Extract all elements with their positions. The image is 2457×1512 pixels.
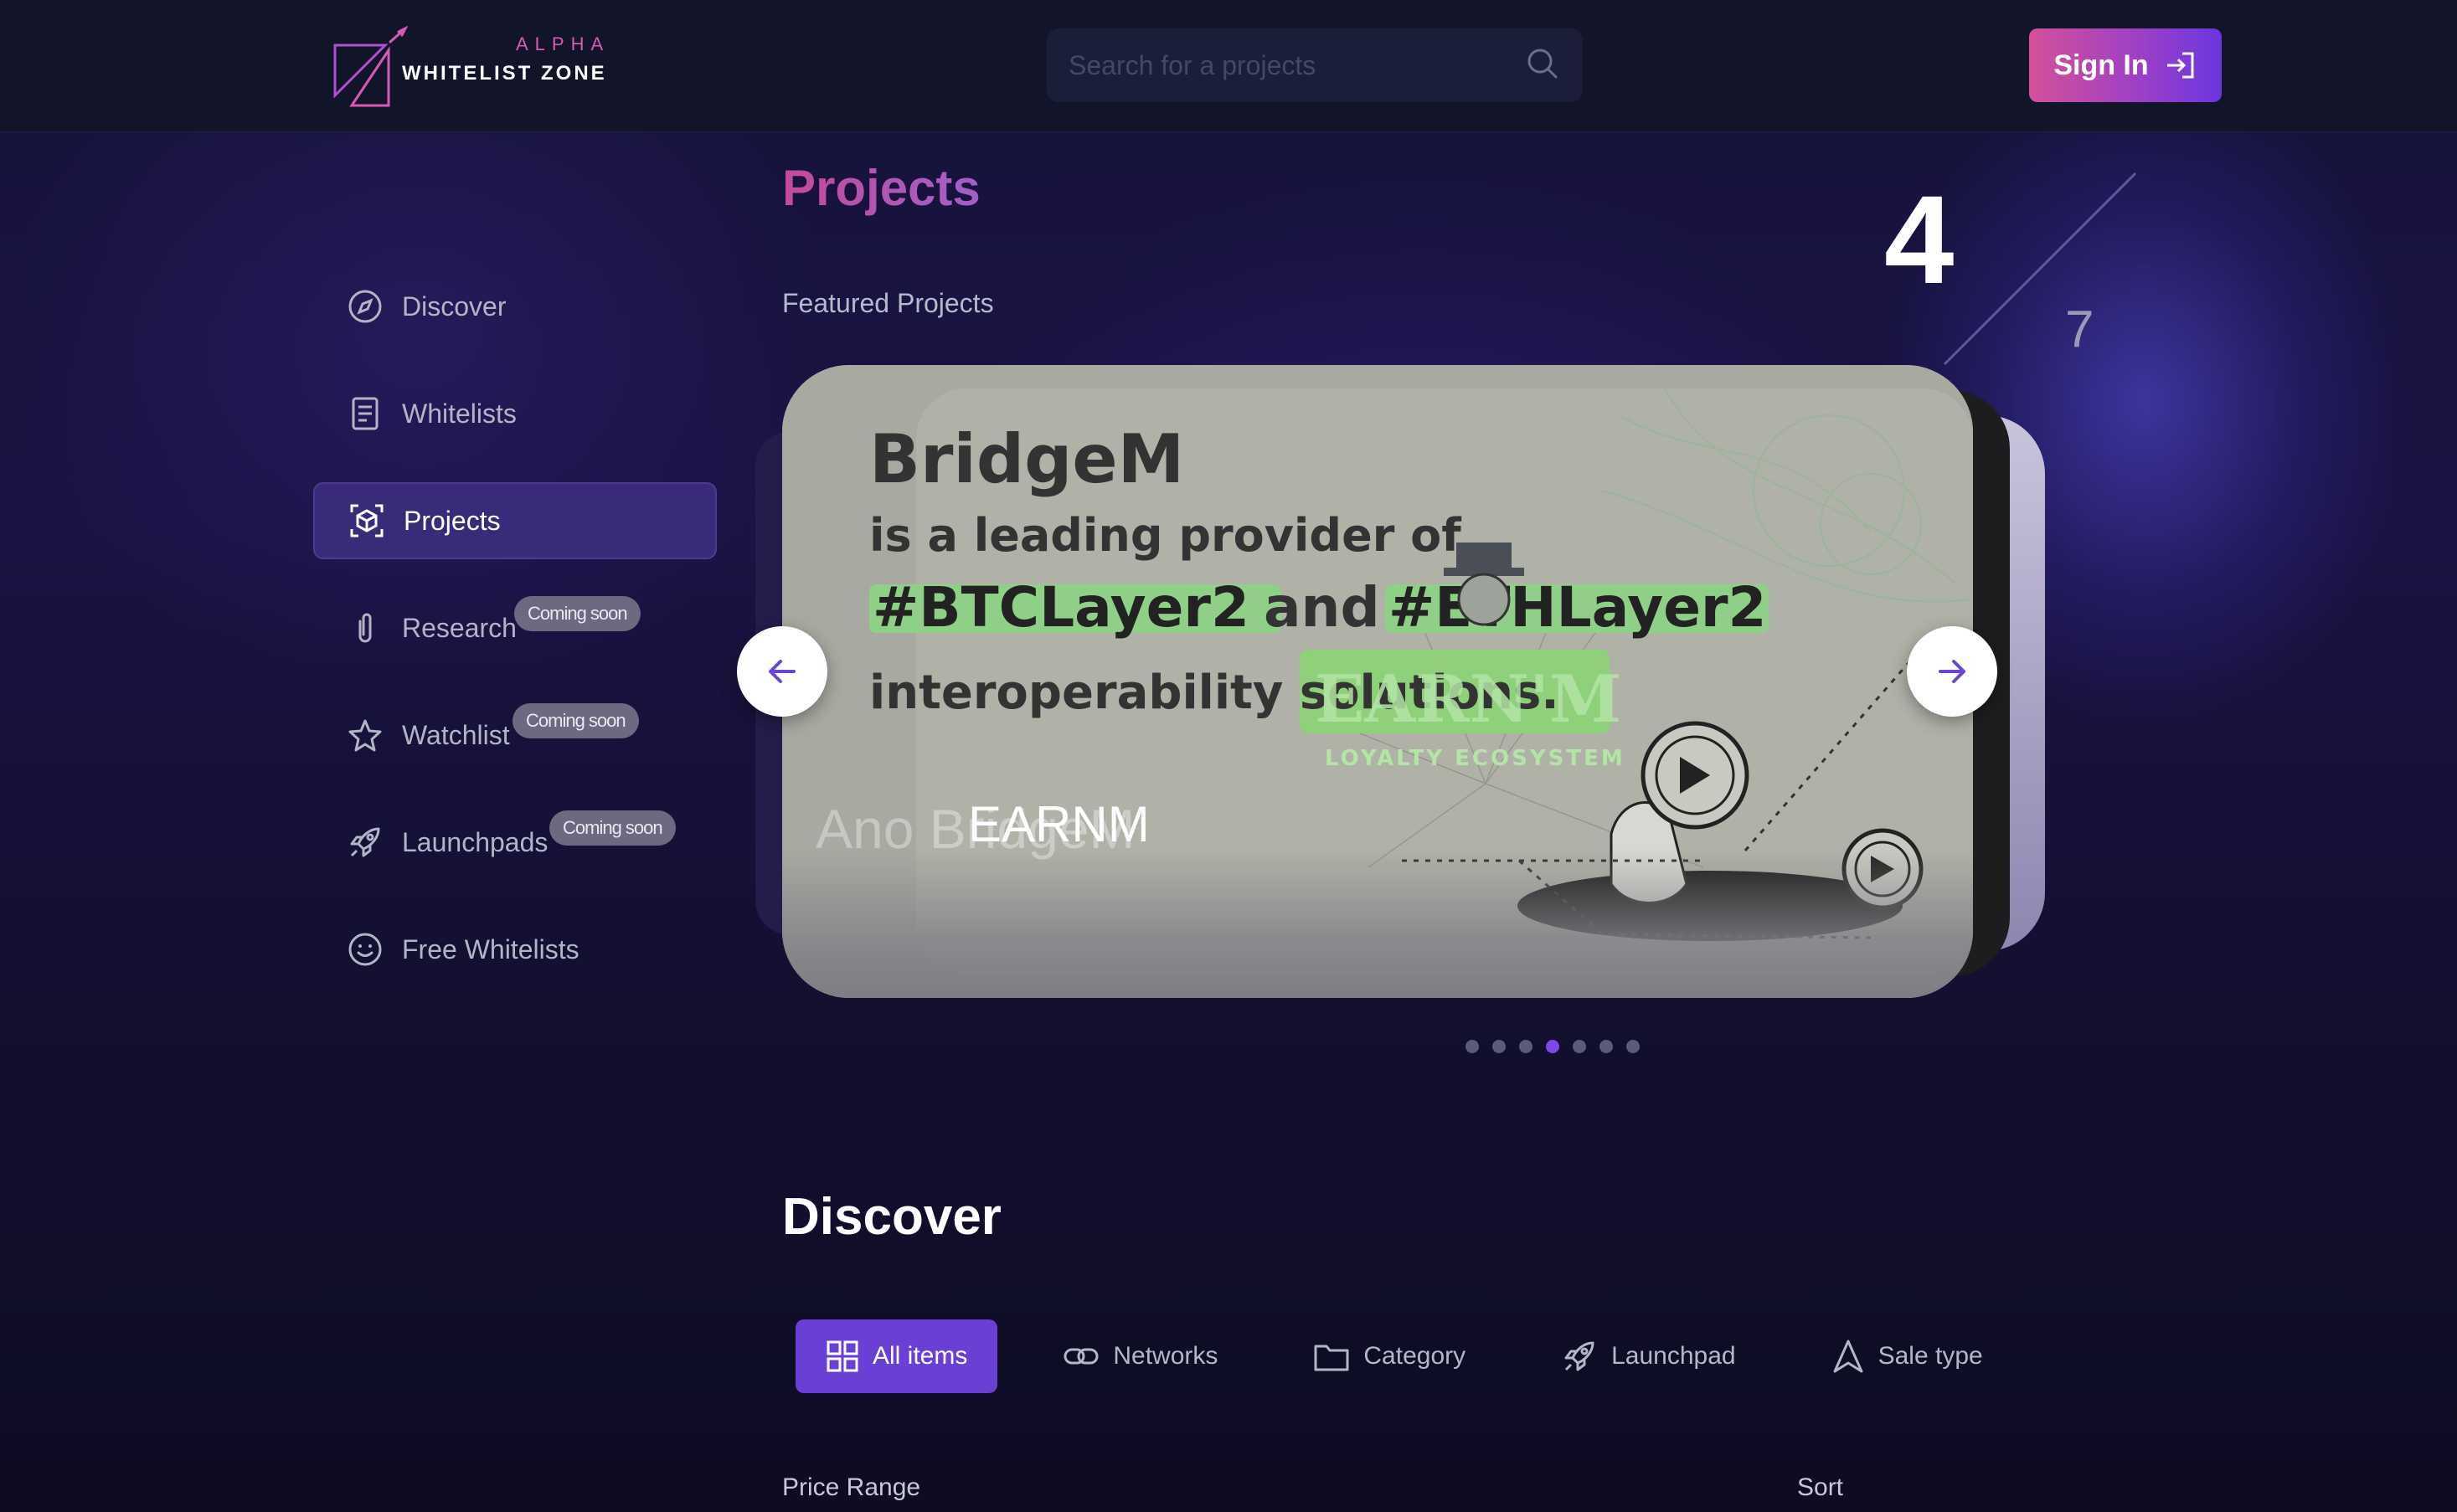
sidebar-item-label: Whitelists (402, 398, 517, 429)
logo[interactable]: ALPHA WHITELIST ZONE (332, 25, 608, 109)
counter-divider (1943, 172, 2137, 366)
banner-and: and (1264, 575, 1380, 640)
discover-filters: All items Networks Category Launchpad Sa… (796, 1319, 2048, 1393)
star-icon (347, 717, 384, 753)
grid-icon (827, 1340, 858, 1372)
arrow-right-icon (1939, 660, 1965, 683)
smiley-icon (347, 931, 384, 968)
carousel-dot[interactable] (1573, 1040, 1586, 1053)
carousel-dot[interactable] (1626, 1040, 1640, 1053)
banner-subline: is a leading provider of (869, 509, 1461, 562)
receipt-icon (347, 395, 384, 432)
carousel-dot[interactable] (1599, 1040, 1613, 1053)
rocket-icon (347, 824, 384, 861)
sidebar-item-label: Discover (402, 291, 507, 321)
navigation-arrow-icon (1833, 1340, 1863, 1373)
cube-scan-icon (348, 502, 385, 539)
filter-label: Category (1363, 1342, 1466, 1370)
sidebar-item-watchlist[interactable]: Watchlist Coming soon (313, 697, 717, 774)
sidebar-item-label: Projects (404, 505, 501, 536)
carousel-next-button[interactable] (1907, 626, 1997, 717)
sign-in-label: Sign In (2053, 49, 2149, 81)
card-project-title: EARNM (968, 796, 1150, 852)
banner-headline: BridgeM (869, 420, 1184, 498)
filter-all-items[interactable]: All items (796, 1319, 998, 1393)
earnm-brand-subtext: LOYALTY ECOSYSTEM (1325, 746, 1625, 771)
sidebar-item-free-whitelists[interactable]: Free Whitelists (313, 911, 717, 988)
page-title: Projects (782, 160, 981, 216)
filter-networks[interactable]: Networks (1033, 1319, 1248, 1393)
banner-tag-eth: #ETHLayer2 (1388, 575, 1766, 640)
price-range-label: Price Range (782, 1473, 921, 1501)
filter-sale-type[interactable]: Sale type (1801, 1319, 2013, 1393)
sidebar-item-label: Free Whitelists (402, 933, 579, 964)
sidebar-item-whitelists[interactable]: Whitelists (313, 375, 717, 452)
card-shade-overlay (782, 847, 1973, 998)
carousel-card-active[interactable]: BridgeM is a leading provider of #BTCLay… (782, 365, 1973, 998)
filter-label: Networks (1113, 1342, 1218, 1370)
sidebar-item-label: Watchlist (402, 719, 510, 750)
link-icon (1064, 1348, 1099, 1365)
banner-tag-btc: #BTCLayer2 (873, 575, 1249, 640)
folder-icon (1314, 1345, 1349, 1371)
featured-carousel: BridgeM is a leading provider of #BTCLay… (737, 365, 2077, 1001)
discover-section-title: Discover (782, 1188, 1002, 1246)
carousel-dot[interactable] (1492, 1040, 1506, 1053)
search-box (1047, 28, 1583, 102)
sidebar-item-launchpads[interactable]: Launchpads Coming soon (313, 804, 717, 881)
paperclip-icon (347, 609, 384, 646)
search-input[interactable] (1069, 47, 1504, 84)
coming-soon-badge: Coming soon (514, 596, 641, 631)
sidebar: Discover Whitelists Projects Research Co… (313, 268, 717, 1018)
carousel-dot[interactable] (1519, 1040, 1532, 1053)
filter-category[interactable]: Category (1283, 1319, 1496, 1393)
compass-icon (347, 288, 384, 325)
filter-launchpad[interactable]: Launchpad (1531, 1319, 1765, 1393)
sidebar-item-discover[interactable]: Discover (313, 268, 717, 345)
sidebar-item-label: Research (402, 612, 517, 643)
arrow-left-icon (769, 660, 796, 683)
search-icon[interactable] (1524, 45, 1561, 86)
sidebar-item-label: Launchpads (402, 826, 549, 857)
filter-label: Sale type (1878, 1342, 1983, 1370)
logo-alpha-text: ALPHA (516, 33, 610, 54)
sign-in-button[interactable]: Sign In (2029, 28, 2222, 102)
carousel-dot[interactable] (1465, 1040, 1479, 1053)
coming-soon-badge: Coming soon (513, 703, 639, 738)
filter-label: Launchpad (1611, 1342, 1736, 1370)
login-icon (2166, 52, 2194, 79)
sort-label: Sort (1797, 1473, 1844, 1501)
sidebar-item-projects[interactable]: Projects (313, 482, 717, 559)
rocket-icon (1564, 1341, 1594, 1371)
carousel-dots (1465, 1040, 1640, 1053)
earnm-brand-text: EARN'M (1315, 661, 1621, 738)
featured-projects-label: Featured Projects (782, 288, 994, 318)
coming-soon-badge: Coming soon (549, 810, 676, 846)
carousel-total-count: 7 (2065, 301, 2094, 358)
filter-label: All items (873, 1342, 968, 1370)
carousel-prev-button[interactable] (737, 626, 827, 717)
logo-wordmark: WHITELIST ZONE (402, 62, 607, 85)
top-header: ALPHA WHITELIST ZONE Sign In (0, 0, 2457, 132)
sidebar-item-research[interactable]: Research Coming soon (313, 589, 717, 666)
carousel-dot-active[interactable] (1546, 1040, 1559, 1053)
